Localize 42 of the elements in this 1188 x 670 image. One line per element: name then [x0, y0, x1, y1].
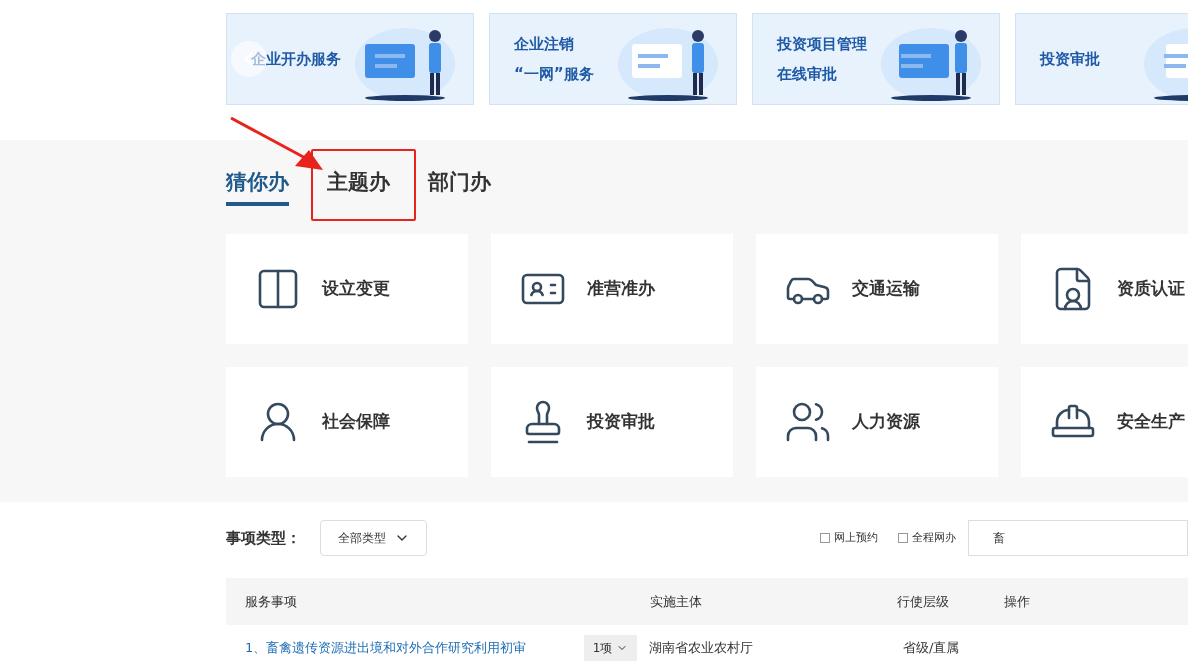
option-checkbox[interactable]: 网上预约 — [820, 529, 878, 547]
column-header: 操作 — [1003, 592, 1030, 611]
column-header: 行使层级 — [896, 592, 950, 611]
topic-label: 投资审批 — [587, 410, 655, 434]
table-cell-text: 省级/直属 — [902, 639, 960, 658]
table-cell-text: 湖南省农业农村厅 — [648, 639, 754, 658]
topic-card[interactable]: 资质认证 — [1021, 234, 1188, 344]
count-select[interactable]: 1项 — [584, 635, 637, 661]
topic-tab[interactable]: 部门办 — [428, 164, 491, 206]
service-banner[interactable]: 投资项目管理 在线审批 — [752, 13, 1000, 105]
type-select[interactable]: 全部类型 — [320, 520, 427, 556]
topic-label: 安全生产 — [1117, 410, 1185, 434]
filter-label: 事项类型： — [226, 527, 302, 549]
service-banner[interactable]: 投资审批 — [1015, 13, 1188, 105]
topic-tab[interactable]: 主题办 — [327, 164, 390, 206]
banner-title: 企业开办服务 — [251, 48, 341, 70]
topic-label: 交通运输 — [852, 277, 920, 301]
service-link[interactable]: 1、畜禽遗传资源进出境和对外合作研究利用初审 — [226, 638, 584, 658]
topic-tab[interactable]: 猜你办 — [226, 164, 289, 206]
topic-card[interactable]: 投资审批 — [491, 367, 733, 477]
topic-label: 社会保障 — [322, 410, 390, 434]
topic-label: 设立变更 — [322, 277, 390, 301]
search-field[interactable]: 畜 — [968, 520, 1188, 556]
column-header: 实施主体 — [649, 592, 703, 611]
service-banner[interactable]: 企业注销 “一网”服务 — [489, 13, 737, 105]
topic-label: 资质认证 — [1117, 277, 1185, 301]
topic-card[interactable]: 交通运输 — [756, 234, 998, 344]
banner-title: 投资项目管理 — [777, 33, 867, 55]
column-header: 服务事项 — [244, 592, 298, 611]
topic-label: 人力资源 — [852, 410, 920, 434]
topic-label: 准营准办 — [587, 277, 655, 301]
service-banner[interactable]: 企业开办服务 — [226, 13, 474, 105]
topic-card[interactable]: 安全生产 — [1021, 367, 1188, 477]
topic-card[interactable]: 人力资源 — [756, 367, 998, 477]
topic-card[interactable]: 设立变更 — [226, 234, 468, 344]
topic-card[interactable]: 准营准办 — [491, 234, 733, 344]
option-checkbox[interactable]: 全程网办 — [898, 529, 956, 547]
topic-card[interactable]: 社会保障 — [226, 367, 468, 477]
banner-title: 在线审批 — [777, 64, 838, 85]
banner-title: 投资审批 — [1040, 48, 1100, 70]
banner-title: 企业注销 — [514, 33, 575, 55]
banner-title: “一网”服务 — [514, 64, 594, 85]
